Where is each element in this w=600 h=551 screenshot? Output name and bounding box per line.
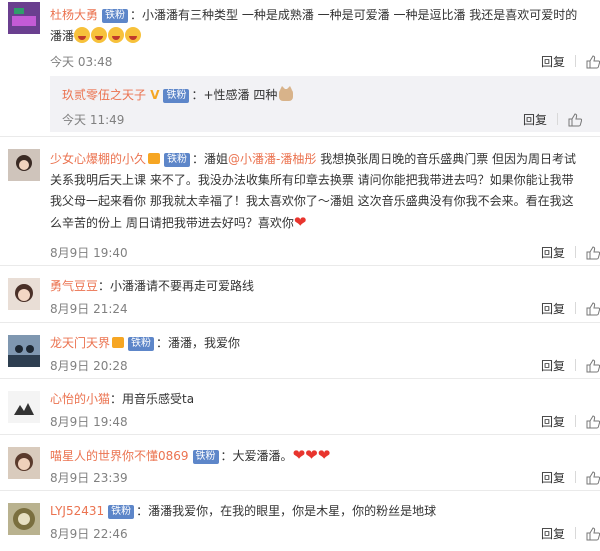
- reply-actions: 回复: [523, 111, 583, 130]
- comment-text: ：大爱潘潘。: [220, 449, 293, 463]
- fan-badge[interactable]: 铁粉: [128, 337, 155, 351]
- laugh-emoji-icon: [74, 27, 142, 43]
- comment-actions: 回复: [541, 244, 600, 263]
- fan-badge[interactable]: 铁粉: [108, 505, 135, 519]
- fan-badge[interactable]: 铁粉: [192, 450, 219, 464]
- avatar-image: [8, 149, 40, 181]
- avatar[interactable]: [8, 149, 40, 181]
- comment-text: ：小潘潘请不要再走可爱路线: [98, 279, 255, 293]
- comment-actions: 回复: [541, 300, 600, 319]
- comment-username[interactable]: 龙天门天界: [50, 336, 110, 350]
- crown-icon: [112, 337, 125, 348]
- fan-badge[interactable]: 铁粉: [164, 153, 191, 167]
- comment-prefix: ：潘姐: [192, 152, 229, 166]
- comment-time: 8月9日 20:28: [50, 359, 128, 373]
- nested-reply: 玖贰零伍之天子 V 铁粉 ：+性感潘 四种 今天 11:49 回复: [50, 76, 600, 132]
- comment-text: ：潘潘我爱你，在我的眼里，你是木星，你的粉丝是地球: [136, 504, 437, 518]
- comment-time: 8月9日 21:24: [50, 302, 128, 316]
- comment-username[interactable]: 喵星人的世界你不懂0869: [50, 449, 189, 463]
- divider: [575, 55, 576, 67]
- avatar-image: [8, 391, 40, 423]
- avatar-image: [8, 278, 40, 310]
- reply-text: ：+性感潘 四种: [191, 88, 278, 102]
- comment-text-block: 勇气豆豆：小潘潘请不要再走可爱路线: [50, 276, 582, 297]
- avatar-image: [8, 2, 40, 34]
- like-icon[interactable]: [586, 55, 600, 72]
- comment-item: 杜杨大勇 铁粉 ：小潘潘有三种类型 一种是成熟潘 一种是可爱潘 一种是逗比潘 我还是…: [0, 0, 600, 137]
- avatar[interactable]: [8, 447, 40, 479]
- comment-username[interactable]: 杜杨大勇: [50, 8, 98, 22]
- fan-badge[interactable]: 铁粉: [163, 89, 190, 103]
- comment-actions: 回复: [541, 525, 600, 544]
- comment-text-block: 龙天门天界 铁粉 ：潘潘，我爱你: [50, 333, 582, 354]
- reply-time: 今天 11:49: [62, 113, 125, 127]
- comment-item: 勇气豆豆：小潘潘请不要再走可爱路线 8月9日 21:24 回复: [0, 266, 600, 323]
- comment-item: 心怡的小猫：用音乐感受ta 8月9日 19:48 回复: [0, 379, 600, 435]
- comment-item: 喵星人的世界你不懂0869 铁粉 ：大爱潘潘。❤❤❤ 8月9日 23:39 回复: [0, 435, 600, 491]
- cat-emoji-icon: [277, 86, 295, 102]
- divider: [575, 359, 576, 371]
- like-icon[interactable]: [586, 359, 600, 376]
- comment-item: LYJ52431 铁粉 ：潘潘我爱你，在我的眼里，你是木星，你的粉丝是地球 8月9日…: [0, 491, 600, 551]
- avatar-image: [8, 503, 40, 535]
- comment-text-block: 杜杨大勇 铁粉 ：小潘潘有三种类型 一种是成熟潘 一种是可爱潘 一种是逗比潘 我还是…: [50, 5, 582, 47]
- divider: [557, 113, 558, 125]
- comment-actions: 回复: [541, 53, 600, 72]
- comment-username[interactable]: 心怡的小猫: [50, 392, 110, 406]
- divider: [575, 527, 576, 539]
- comment-username[interactable]: 少女心爆棚的小久: [50, 152, 146, 166]
- verified-v-icon: V: [146, 88, 160, 102]
- like-icon[interactable]: [586, 302, 600, 319]
- reply-button[interactable]: 回复: [541, 471, 565, 485]
- comment-text: ：用音乐感受ta: [110, 392, 195, 406]
- reply-button[interactable]: 回复: [541, 527, 565, 541]
- reply-button[interactable]: 回复: [541, 55, 565, 69]
- comment-time: 8月9日 23:39: [50, 471, 128, 485]
- like-icon[interactable]: [586, 415, 600, 432]
- comment-text-block: 少女心爆棚的小久 铁粉 ：潘姐@小潘潘-潘柚彤 我想换张周日晚的音乐盛典门票 但因为…: [50, 149, 582, 234]
- reply-text-block: 玖贰零伍之天子 V 铁粉 ：+性感潘 四种: [62, 85, 295, 106]
- avatar-image: [8, 447, 40, 479]
- comment-time: 8月9日 19:40: [50, 246, 128, 260]
- comment-actions: 回复: [541, 413, 600, 432]
- avatar[interactable]: [8, 503, 40, 535]
- avatar[interactable]: [8, 335, 40, 367]
- comment-text-block: 心怡的小猫：用音乐感受ta: [50, 389, 582, 410]
- comment-actions: 回复: [541, 469, 600, 488]
- mention-link[interactable]: @小潘潘-潘柚彤: [228, 152, 316, 166]
- like-icon[interactable]: [568, 113, 583, 130]
- comment-time: 8月9日 19:48: [50, 415, 128, 429]
- comment-username[interactable]: 勇气豆豆: [50, 279, 98, 293]
- avatar[interactable]: [8, 278, 40, 310]
- heart-icon: ❤: [293, 213, 307, 231]
- avatar[interactable]: [8, 2, 40, 34]
- heart-icon: ❤❤❤: [292, 446, 331, 464]
- divider: [575, 415, 576, 427]
- reply-button[interactable]: 回复: [541, 246, 565, 260]
- divider: [575, 246, 576, 258]
- comment-actions: 回复: [541, 357, 600, 376]
- crown-icon: [148, 153, 161, 164]
- like-icon[interactable]: [586, 527, 600, 544]
- fan-badge[interactable]: 铁粉: [102, 9, 129, 23]
- reply-button[interactable]: 回复: [541, 415, 565, 429]
- comment-time: 今天 03:48: [50, 55, 113, 69]
- reply-button[interactable]: 回复: [541, 359, 565, 373]
- reply-username[interactable]: 玖贰零伍之天子: [62, 88, 146, 102]
- reply-button[interactable]: 回复: [523, 113, 547, 127]
- comment-text: ：潘潘，我爱你: [156, 336, 241, 350]
- reply-button[interactable]: 回复: [541, 302, 565, 316]
- comment-item: 龙天门天界 铁粉 ：潘潘，我爱你 8月9日 20:28 回复: [0, 323, 600, 379]
- comment-text-block: LYJ52431 铁粉 ：潘潘我爱你，在我的眼里，你是木星，你的粉丝是地球: [50, 501, 582, 522]
- avatar-image: [8, 335, 40, 367]
- comment-time: 8月9日 22:46: [50, 527, 128, 541]
- comment-text-block: 喵星人的世界你不懂0869 铁粉 ：大爱潘潘。❤❤❤: [50, 445, 582, 467]
- comment-username[interactable]: LYJ52431: [50, 504, 104, 518]
- divider: [575, 471, 576, 483]
- like-icon[interactable]: [586, 471, 600, 488]
- like-icon[interactable]: [586, 246, 600, 263]
- comment-item: 少女心爆棚的小久 铁粉 ：潘姐@小潘潘-潘柚彤 我想换张周日晚的音乐盛典门票 但因为…: [0, 137, 600, 266]
- divider: [575, 302, 576, 314]
- avatar[interactable]: [8, 391, 40, 423]
